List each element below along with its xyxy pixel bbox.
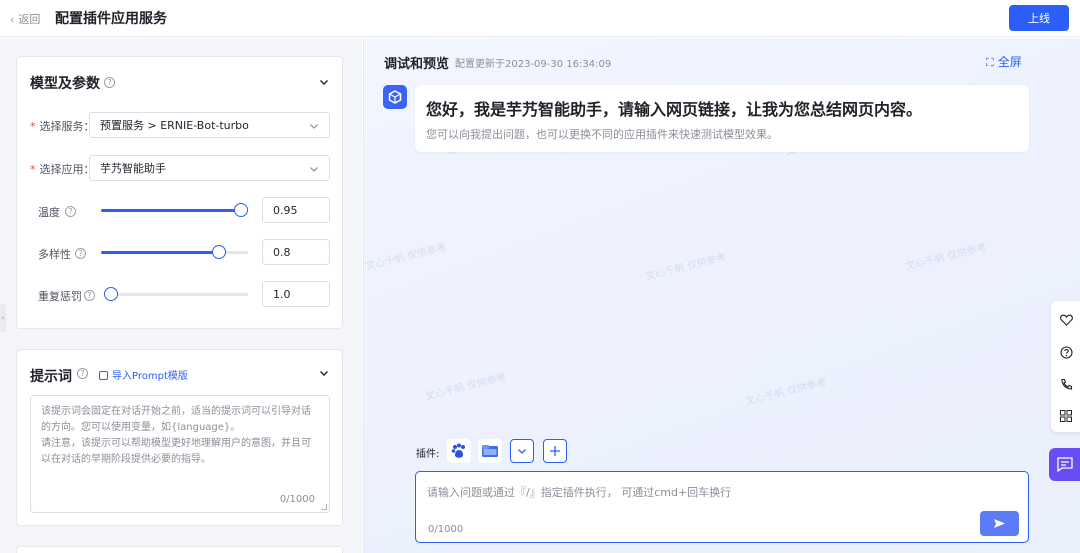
question-icon[interactable]: ? [75, 248, 86, 259]
baidu-plugin-icon[interactable] [447, 439, 471, 463]
chat-char-count: 0/1000 [428, 524, 464, 535]
publish-button[interactable]: 上线 [1009, 5, 1069, 31]
service-select[interactable]: 预置服务 > ERNIE-Bot-turbo [89, 112, 330, 138]
config-panel: ‹ 模型及参数 ? * 选择服务： 预置服务 > ERNIE-Bot-turbo … [0, 38, 362, 553]
chat-icon [1056, 457, 1073, 472]
temperature-slider[interactable] [101, 202, 248, 218]
phone-icon[interactable] [1058, 376, 1074, 392]
chat-input-placeholder: 请输入问题或通过『/』指定插件执行， 可通过cmd+回车换行 [427, 486, 732, 499]
penalty-label: 重复惩罚 [38, 290, 82, 303]
floating-toolbar [1051, 301, 1080, 432]
chevron-down-icon[interactable] [319, 368, 329, 378]
model-params-card: 模型及参数 ? * 选择服务： 预置服务 > ERNIE-Bot-turbo * 选… [16, 56, 343, 329]
plus-icon [550, 446, 560, 456]
slider-thumb[interactable] [104, 287, 118, 301]
plugins-label: 插件: [416, 449, 440, 460]
diversity-input[interactable]: 0.8 [262, 239, 330, 265]
slider-thumb[interactable] [233, 203, 248, 217]
send-button[interactable] [980, 511, 1019, 536]
welcome-sub-text: 您可以向我提出问题，也可以更换不同的应用插件来快速测试模型效果。 [426, 128, 778, 141]
welcome-main-text: 您好，我是芋艿智能助手，请输入网页链接，让我为您总结网页内容。 [426, 100, 923, 119]
app-label: * 选择应用： [30, 163, 95, 176]
heart-icon[interactable] [1058, 312, 1074, 328]
temperature-input[interactable]: 0.95 [262, 197, 330, 223]
chevron-down-icon [518, 449, 526, 454]
chevron-left-icon: ‹ [10, 13, 15, 26]
model-params-title: 模型及参数 [30, 76, 100, 92]
app-select[interactable]: 芋艿智能助手 [89, 155, 330, 181]
prompt-char-count: 0/1000 [279, 494, 315, 505]
prompt-title: 提示词 [30, 369, 72, 385]
chevron-down-icon [309, 121, 319, 134]
import-prompt-link[interactable]: 导入Prompt模版 [99, 367, 188, 382]
penalty-slider[interactable] [104, 286, 248, 302]
diversity-slider[interactable] [101, 244, 248, 260]
send-icon [994, 519, 1005, 528]
top-bar: ‹ 返回 配置插件应用服务 上线 [0, 0, 1080, 37]
debug-preview-panel: 文心千帆 仅供参考 文心千帆 仅供参考 文心千帆 仅供参考 文心千帆 仅供参考 … [363, 38, 1080, 553]
next-card [16, 546, 343, 553]
temperature-label: 温度 [38, 206, 60, 219]
watermark: 文心千帆 仅供参考 [904, 242, 988, 273]
back-link[interactable]: ‹ 返回 [10, 11, 40, 27]
slider-thumb[interactable] [211, 245, 226, 259]
question-icon[interactable]: ? [77, 368, 88, 379]
resize-handle[interactable] [321, 504, 327, 510]
watermark: 文心千帆 仅供参考 [364, 242, 448, 273]
diversity-label: 多样性 [38, 248, 71, 261]
question-icon[interactable]: ? [104, 77, 115, 88]
question-icon[interactable]: ? [65, 206, 76, 217]
penalty-input[interactable]: 1.0 [262, 281, 330, 307]
chevron-down-icon[interactable] [319, 77, 329, 87]
watermark: 文心千帆 仅供参考 [744, 377, 828, 408]
chat-input[interactable]: 请输入问题或通过『/』指定插件执行， 可通过cmd+回车换行 0/1000 [415, 471, 1029, 543]
service-label: * 选择服务： [30, 120, 95, 133]
back-label: 返回 [18, 13, 41, 26]
watermark: 文心千帆 仅供参考 [424, 372, 508, 403]
bot-logo-icon [383, 85, 407, 109]
plugin-dropdown-button[interactable] [510, 439, 534, 463]
add-plugin-button[interactable] [543, 439, 567, 463]
watermark: 文心千帆 仅供参考 [644, 252, 728, 283]
fullscreen-button[interactable]: ⛶ 全屏 [986, 53, 1022, 70]
debug-title: 调试和预览 [384, 57, 450, 72]
prompt-textarea[interactable]: 该提示词会固定在对话开始之前，适当的提示词可以引导对话 的方向。您可以使用变量，… [30, 395, 330, 513]
import-icon [99, 371, 108, 380]
chat-support-button[interactable] [1049, 448, 1080, 481]
fullscreen-icon: ⛶ [986, 56, 994, 69]
grid-icon[interactable] [1058, 408, 1074, 424]
welcome-message: 您好，我是芋艿智能助手，请输入网页链接，让我为您总结网页内容。 您可以向我提出问… [415, 85, 1029, 152]
folder-plugin-icon[interactable] [478, 439, 502, 463]
page-title: 配置插件应用服务 [55, 11, 167, 27]
prompt-card: 提示词 ? 导入Prompt模版 该提示词会固定在对话开始之前，适当的提示词可以… [16, 349, 343, 526]
chevron-down-icon [309, 164, 319, 177]
config-updated-time: 配置更新于2023-09-30 16:34:09 [455, 59, 612, 70]
help-icon[interactable] [1058, 344, 1074, 360]
collapse-panel-handle[interactable]: ‹ [0, 304, 6, 332]
question-icon[interactable]: ? [84, 290, 95, 301]
